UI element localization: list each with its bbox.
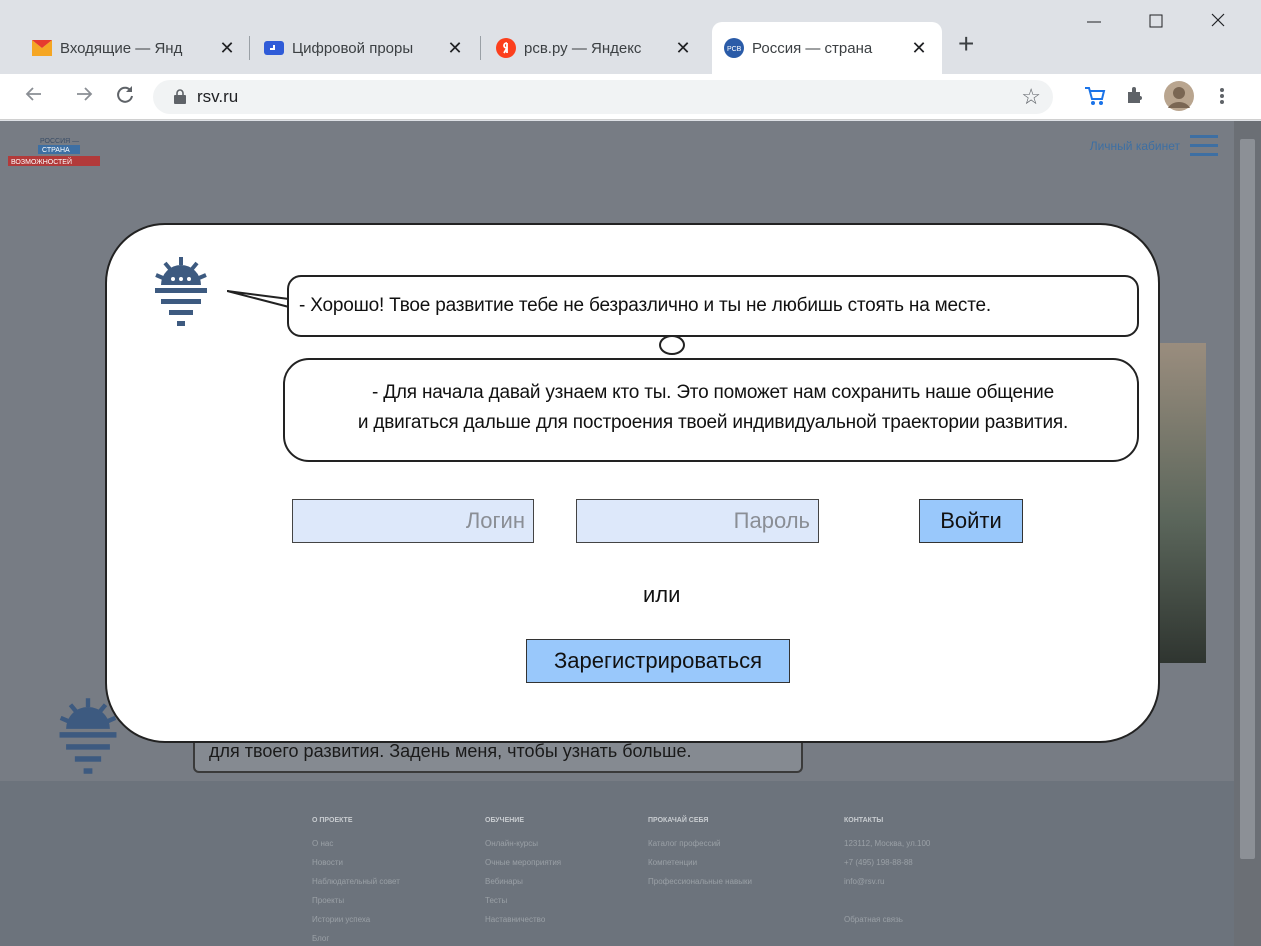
footer-heading: О ПРОЕКТЕ	[312, 817, 353, 824]
window-close-icon[interactable]	[1210, 10, 1226, 36]
yandex-mail-icon	[32, 38, 52, 58]
or-separator: или	[643, 582, 681, 607]
footer-contact[interactable]: +7 (495) 198-88-88	[844, 853, 930, 872]
assistant-message-2: - Для начала давай узнаем кто ты. Это по…	[283, 358, 1139, 462]
svg-text:РСВ: РСВ	[727, 46, 742, 53]
site-logo[interactable]: РОССИЯ — СТРАНА ВОЗМОЖНОСТЕЙ	[8, 133, 104, 169]
tab-separator	[249, 36, 250, 60]
shopping-cart-icon[interactable]	[1083, 84, 1107, 113]
bubble-connector	[659, 335, 685, 355]
message-line-1: - Для начала давай узнаем кто ты. Это по…	[372, 382, 1054, 403]
browser-tab-bar: Входящие — Янд ✕ Цифровой проры ✕ рсв.ру…	[0, 0, 1261, 74]
minimize-icon[interactable]	[1086, 10, 1102, 36]
back-icon[interactable]	[24, 83, 44, 111]
address-bar[interactable]: rsv.ru ☆	[153, 80, 1053, 114]
login-button[interactable]: Войти	[919, 499, 1023, 543]
close-icon[interactable]: ✕	[216, 38, 238, 59]
footer-link[interactable]: О нас	[312, 834, 400, 853]
tab-title: рсв.ру — Яндекс	[524, 39, 642, 57]
tab-yandex-search[interactable]: рсв.ру — Яндекс ✕	[484, 22, 706, 74]
footer-column-improve: ПРОКАЧАЙ СЕБЯ Каталог профессий Компетен…	[648, 811, 752, 891]
password-input[interactable]: Пароль	[576, 499, 819, 543]
footer-heading: ОБУЧЕНИЕ	[485, 817, 524, 824]
footer-link[interactable]: Вебинары	[485, 872, 561, 891]
forward-icon[interactable]	[74, 83, 94, 111]
footer-contact[interactable]: info@rsv.ru	[844, 872, 930, 891]
yandex-icon	[496, 38, 516, 58]
logo-line-2: СТРАНА	[42, 147, 70, 154]
tab-rsv-active[interactable]: РСВ Россия — страна ✕	[712, 22, 942, 74]
bookmark-star-icon[interactable]: ☆	[1021, 84, 1041, 110]
login-dialog: - Хорошо! Твое развитие тебе не безразли…	[105, 223, 1160, 743]
url-text: rsv.ru	[197, 87, 239, 106]
tab-digital-breakthrough[interactable]: Цифровой проры ✕	[252, 22, 478, 74]
page-scrollbar[interactable]	[1234, 121, 1261, 946]
login-input[interactable]: Логин	[292, 499, 534, 543]
logo-line-1: РОССИЯ —	[40, 138, 79, 145]
footer-link[interactable]: Проекты	[312, 891, 400, 910]
close-icon[interactable]: ✕	[444, 38, 466, 59]
message-line-2: и двигаться дальше для построения твоей …	[357, 412, 1069, 433]
logo-line-3: ВОЗМОЖНОСТЕЙ	[11, 157, 72, 166]
hamburger-menu-icon[interactable]	[1190, 135, 1218, 157]
footer-link[interactable]: Обратная связь	[844, 910, 930, 929]
footer-link[interactable]: Онлайн-курсы	[485, 834, 561, 853]
footer-column-about: О ПРОЕКТЕ О нас Новости Наблюдательный с…	[312, 811, 400, 946]
footer-link[interactable]: Блог	[312, 929, 400, 946]
tab-yandex-mail[interactable]: Входящие — Янд ✕	[20, 22, 250, 74]
tab-separator	[480, 36, 481, 60]
account-link[interactable]: Личный кабинет	[1090, 139, 1180, 153]
address-toolbar: rsv.ru ☆	[0, 74, 1261, 120]
footer-column-learning: ОБУЧЕНИЕ Онлайн-курсы Очные мероприятия …	[485, 811, 561, 929]
footer-column-contacts: КОНТАКТЫ 123112, Москва, ул.100 +7 (495)…	[844, 811, 930, 929]
tab-title: Россия — страна	[752, 39, 873, 57]
footer-link[interactable]: Наставничество	[485, 910, 561, 929]
new-tab-button[interactable]: +	[958, 30, 974, 58]
extensions-puzzle-icon[interactable]	[1124, 84, 1146, 111]
footer-link[interactable]: Новости	[312, 853, 400, 872]
digital-breakthrough-icon	[264, 38, 284, 58]
footer-spacer	[844, 891, 930, 910]
background-chat-text: для твоего развития. Задень меня, чтобы …	[209, 741, 692, 761]
footer-link[interactable]: Наблюдательный совет	[312, 872, 400, 891]
footer-link[interactable]: Тесты	[485, 891, 561, 910]
footer-link[interactable]: Истории успеха	[312, 910, 400, 929]
footer-link[interactable]: Каталог профессий	[648, 834, 752, 853]
assistant-message-1: - Хорошо! Твое развитие тебе не безразли…	[287, 275, 1139, 337]
footer-link[interactable]: Профессиональные навыки	[648, 872, 752, 891]
scrollbar-thumb[interactable]	[1240, 139, 1255, 859]
footer-link[interactable]: Очные мероприятия	[485, 853, 561, 872]
tab-title: Входящие — Янд	[60, 39, 183, 57]
assistant-bot-icon	[153, 255, 209, 339]
rsv-icon: РСВ	[724, 38, 744, 58]
tab-title: Цифровой проры	[292, 39, 414, 57]
footer-link[interactable]: Компетенции	[648, 853, 752, 872]
maximize-icon[interactable]	[1148, 10, 1164, 36]
close-icon[interactable]: ✕	[908, 38, 930, 59]
footer-contact: 123112, Москва, ул.100	[844, 839, 931, 848]
more-menu-icon[interactable]	[1218, 84, 1226, 113]
register-button[interactable]: Зарегистрироваться	[526, 639, 790, 683]
message-text: - Для начала давай узнаем кто ты. Это по…	[285, 378, 1141, 438]
close-icon[interactable]: ✕	[672, 38, 694, 59]
footer-heading: ПРОКАЧАЙ СЕБЯ	[648, 817, 709, 824]
message-text: - Хорошо! Твое развитие тебе не безразли…	[299, 295, 991, 316]
lock-icon	[173, 89, 187, 104]
reload-icon[interactable]	[114, 83, 136, 111]
speech-bubble-tail	[227, 290, 290, 308]
profile-avatar[interactable]	[1164, 81, 1194, 116]
site-footer: О ПРОЕКТЕ О нас Новости Наблюдательный с…	[0, 781, 1234, 946]
footer-heading: КОНТАКТЫ	[844, 817, 884, 824]
